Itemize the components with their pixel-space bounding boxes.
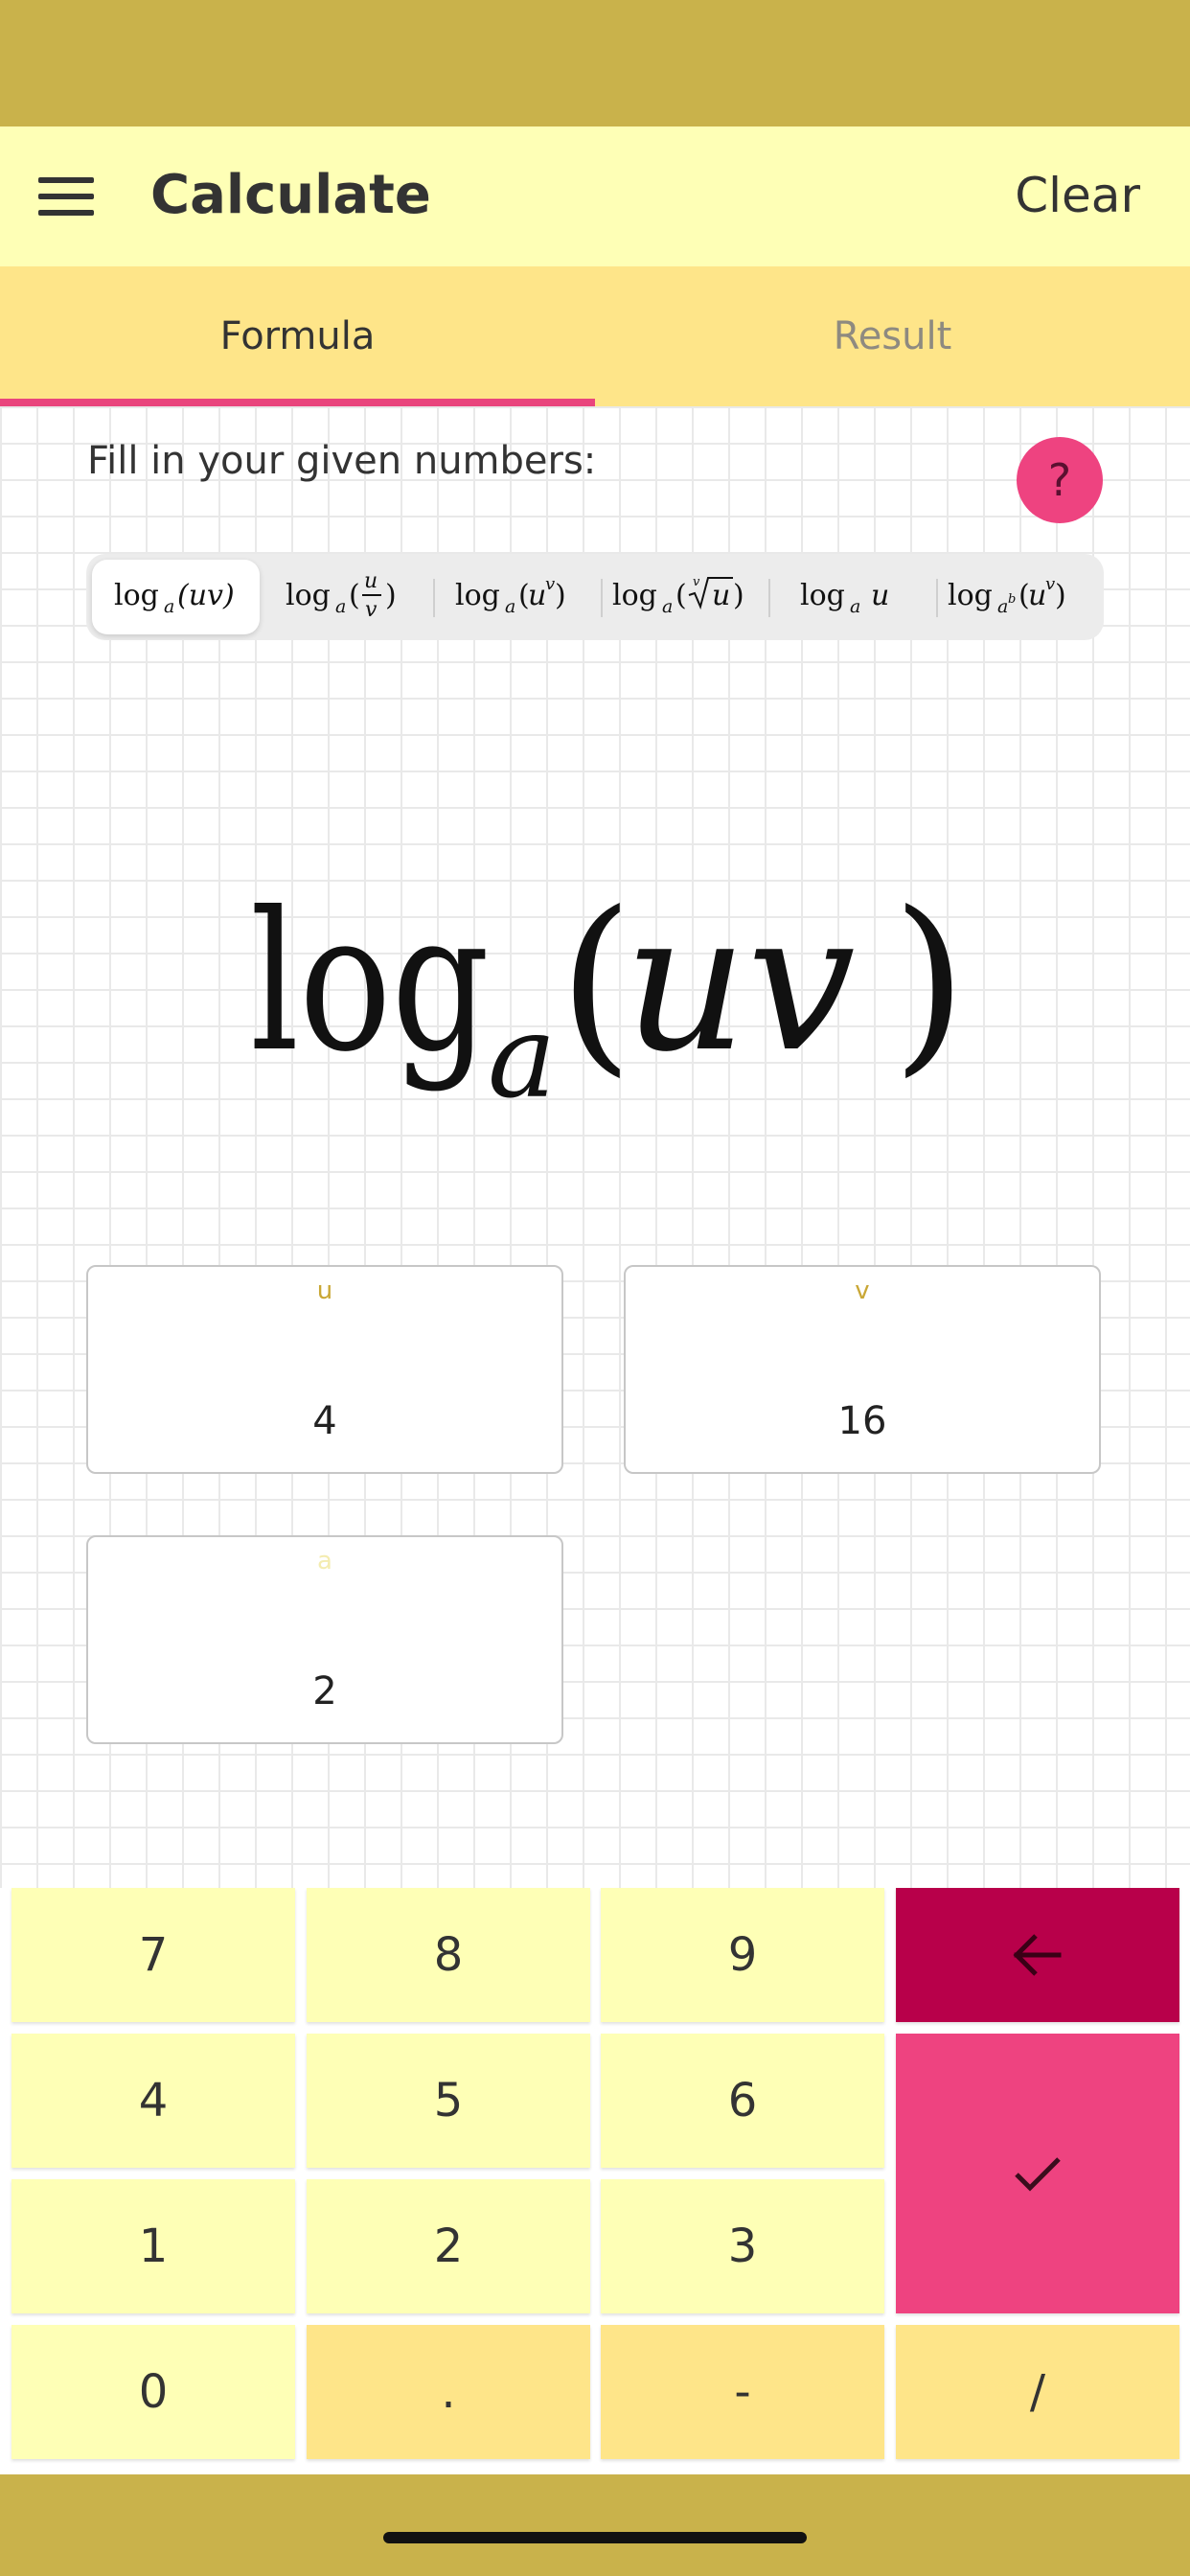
svg-text:log: log: [114, 579, 159, 612]
svg-text:a: a: [662, 596, 673, 617]
input-a-value: 2: [312, 1669, 337, 1714]
svg-text:(uv): (uv): [177, 579, 235, 612]
formula-display: log a ( uv ): [0, 866, 1190, 1110]
svg-text:a: a: [997, 596, 1008, 617]
svg-text:log: log: [250, 871, 490, 1094]
tab-formula[interactable]: Formula: [0, 266, 595, 406]
svg-text:v: v: [1045, 574, 1055, 594]
svg-text:): ): [555, 579, 566, 612]
svg-text:): ): [385, 579, 397, 612]
input-a-label: a: [317, 1547, 332, 1576]
key-3[interactable]: 3: [601, 2179, 884, 2313]
svg-text:(: (: [675, 579, 687, 612]
instruction-text: Fill in your given numbers:: [87, 439, 597, 483]
svg-text:b: b: [1008, 592, 1016, 607]
formula-selector: log a (uv) log a ( u v ) log a ( u v) l…: [86, 554, 1104, 640]
input-u-label: u: [316, 1276, 333, 1305]
status-bar: [0, 0, 1190, 126]
svg-text:(: (: [559, 871, 633, 1094]
svg-text:u: u: [871, 579, 889, 612]
formula-option-log-power-base[interactable]: log a b ( u v ): [936, 560, 1104, 634]
svg-text:a: a: [505, 596, 515, 617]
key-decimal[interactable]: .: [307, 2325, 590, 2459]
svg-text:v: v: [545, 574, 555, 594]
confirm-button[interactable]: [896, 2034, 1179, 2313]
backspace-button[interactable]: [896, 1888, 1179, 2022]
clear-button[interactable]: Clear: [1015, 157, 1140, 234]
svg-text:): ): [1055, 579, 1066, 612]
svg-text:a: a: [488, 991, 557, 1106]
formula-option-log-product[interactable]: log a (uv): [92, 560, 260, 634]
svg-text:v: v: [365, 598, 378, 622]
key-2[interactable]: 2: [307, 2179, 590, 2313]
input-u[interactable]: u 4: [86, 1265, 563, 1474]
svg-text:u: u: [712, 579, 730, 612]
svg-text:u: u: [528, 579, 546, 612]
key-8[interactable]: 8: [307, 1888, 590, 2022]
tab-bar: Formula Result: [0, 266, 1190, 406]
key-1[interactable]: 1: [11, 2179, 295, 2313]
key-0[interactable]: 0: [11, 2325, 295, 2459]
input-v[interactable]: v 16: [624, 1265, 1101, 1474]
svg-text:a: a: [850, 596, 860, 617]
svg-text:): ): [892, 871, 959, 1094]
input-v-value: 16: [837, 1399, 887, 1443]
arrow-left-icon: [1013, 1934, 1062, 1976]
key-4[interactable]: 4: [11, 2034, 295, 2168]
input-u-value: 4: [312, 1399, 337, 1443]
number-keypad: 7 8 9 4 5 6 1 2 3 0 . - /: [0, 1888, 1190, 2474]
menu-icon[interactable]: [38, 165, 111, 228]
help-button[interactable]: ?: [1017, 437, 1103, 523]
input-v-label: v: [855, 1276, 870, 1305]
check-icon: [1015, 2157, 1061, 2192]
svg-text:a: a: [164, 596, 174, 617]
svg-text:uv: uv: [624, 871, 856, 1094]
formula-option-log-power[interactable]: log a ( u v ): [433, 560, 601, 634]
svg-text:u: u: [1028, 579, 1046, 612]
formula-panel: Fill in your given numbers: ? log a (uv)…: [0, 406, 1190, 1888]
svg-text:log: log: [948, 579, 993, 612]
tab-result[interactable]: Result: [595, 266, 1190, 406]
formula-option-log-simple[interactable]: log a u: [768, 560, 936, 634]
key-minus[interactable]: -: [601, 2325, 884, 2459]
formula-option-log-root[interactable]: log a ( v u ): [601, 560, 768, 634]
bottom-bar: [0, 2474, 1190, 2576]
key-7[interactable]: 7: [11, 1888, 295, 2022]
svg-text:): ): [733, 579, 744, 612]
svg-text:u: u: [364, 569, 378, 593]
app-bar: Calculate Clear: [0, 126, 1190, 266]
svg-text:v: v: [693, 575, 700, 589]
input-a[interactable]: a 2: [86, 1535, 563, 1744]
home-indicator[interactable]: [383, 2532, 807, 2543]
svg-text:log: log: [612, 579, 657, 612]
formula-option-log-quotient[interactable]: log a ( u v ): [265, 560, 433, 634]
svg-text:log: log: [800, 579, 845, 612]
svg-text:(: (: [349, 579, 360, 612]
svg-text:log: log: [455, 579, 500, 612]
key-6[interactable]: 6: [601, 2034, 884, 2168]
key-divide[interactable]: /: [896, 2325, 1179, 2459]
key-5[interactable]: 5: [307, 2034, 590, 2168]
page-title: Calculate: [150, 164, 431, 226]
svg-text:log: log: [286, 579, 331, 612]
key-9[interactable]: 9: [601, 1888, 884, 2022]
svg-text:a: a: [335, 596, 346, 617]
